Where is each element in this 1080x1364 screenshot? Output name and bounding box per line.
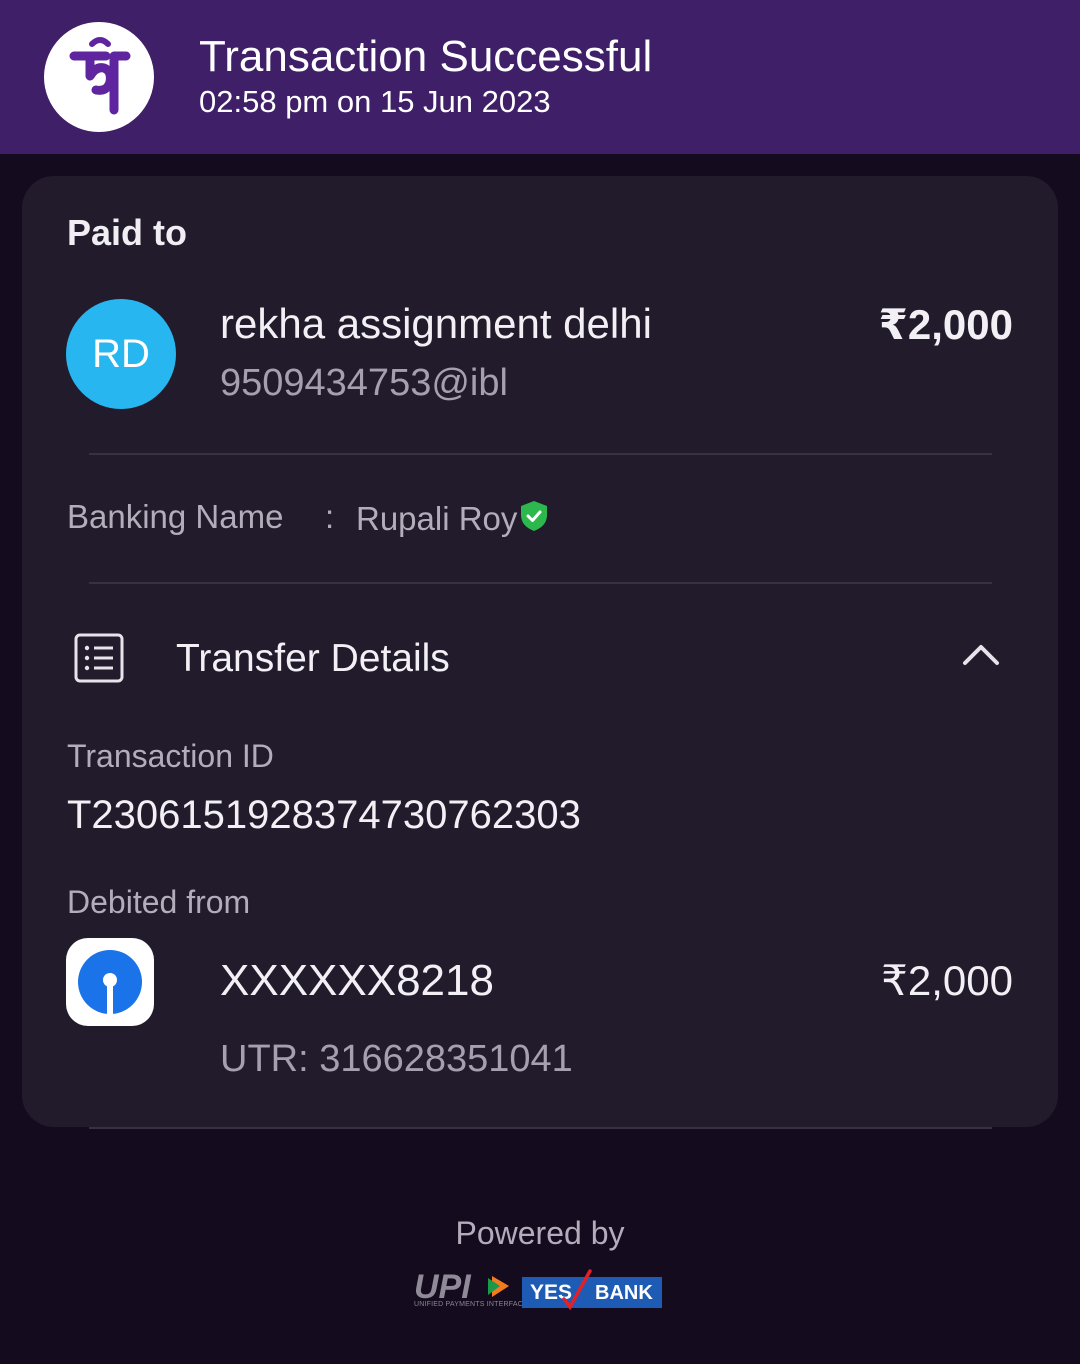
upi-subtext: UNIFIED PAYMENTS INTERFACE xyxy=(414,1301,528,1308)
chevron-up-icon[interactable] xyxy=(962,642,1000,671)
transaction-id-label: Transaction ID xyxy=(67,738,274,774)
transaction-id-value[interactable]: T2306151928374730762303 xyxy=(67,793,581,838)
utr-number[interactable]: UTR: 316628351041 xyxy=(220,1038,573,1081)
paid-to-label: Paid to xyxy=(67,212,188,253)
debited-from-label: Debited from xyxy=(67,884,251,920)
upi-logo-text: UPI xyxy=(414,1270,472,1302)
yes-bank-bank: BANK xyxy=(595,1282,653,1304)
divider xyxy=(89,453,992,455)
yes-bank-logo: YES BANK xyxy=(522,1269,662,1311)
document-list-icon xyxy=(74,633,124,688)
payee-upi-id: 9509434753@ibl xyxy=(220,362,508,404)
transaction-card: Paid to RD rekha assignment delhi ₹2,000… xyxy=(22,176,1058,1127)
banking-name-separator: : xyxy=(325,498,335,535)
transaction-datetime: 02:58 pm on 15 Jun 2023 xyxy=(199,84,551,119)
divider xyxy=(89,1127,992,1129)
powered-by-label: Powered by xyxy=(455,1215,625,1251)
phonepe-logo xyxy=(44,22,154,132)
banking-name-value: Rupali Roy xyxy=(356,500,518,537)
payee-name: rekha assignment delhi xyxy=(220,300,652,347)
debit-account-number: XXXXXX8218 xyxy=(220,956,494,1005)
debit-amount: ₹2,000 xyxy=(881,957,1013,1004)
divider xyxy=(89,582,992,584)
payee-avatar: RD xyxy=(66,299,176,409)
banking-name-label: Banking Name xyxy=(67,498,284,535)
sbi-logo xyxy=(66,938,154,1026)
header-bar: Transaction Successful 02:58 pm on 15 Ju… xyxy=(0,0,1080,154)
verified-shield-icon xyxy=(520,500,548,537)
paid-amount: ₹2,000 xyxy=(878,301,1013,348)
avatar-initials: RD xyxy=(92,331,150,376)
transfer-details-title[interactable]: Transfer Details xyxy=(176,637,450,681)
header-title: Transaction Successful xyxy=(199,32,653,81)
yes-bank-check-icon xyxy=(562,1269,592,1311)
